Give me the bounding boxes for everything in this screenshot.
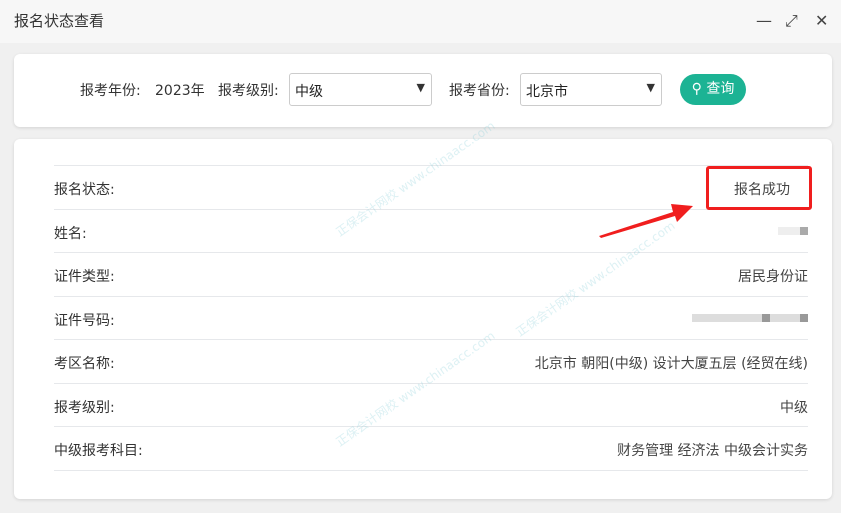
table-row: 考区名称: 北京市 朝阳(中级) 设计大厦五层 (经贸在线) bbox=[54, 339, 808, 383]
masked-id bbox=[692, 310, 808, 326]
row-value: 居民身份证 bbox=[738, 266, 808, 286]
province-select-value: 北京市 bbox=[526, 84, 568, 100]
province-select[interactable]: 北京市 ▼ bbox=[520, 73, 662, 106]
year-value: 2023年 bbox=[155, 80, 205, 100]
highlight-box bbox=[706, 166, 812, 210]
row-label: 中级报考科目: bbox=[54, 440, 143, 460]
row-label: 报考级别: bbox=[54, 397, 115, 417]
row-label: 证件号码: bbox=[54, 310, 115, 330]
row-label: 考区名称: bbox=[54, 353, 115, 373]
query-button-label: 查询 bbox=[706, 81, 734, 97]
row-value: 财务管理 经济法 中级会计实务 bbox=[617, 440, 808, 460]
title-bar: 报名状态查看 — ⤢ ✕ bbox=[0, 0, 841, 43]
row-value: 中级 bbox=[780, 397, 808, 417]
table-row: 证件类型: 居民身份证 bbox=[54, 252, 808, 296]
row-value: 北京市 朝阳(中级) 设计大厦五层 (经贸在线) bbox=[535, 353, 808, 373]
year-label: 报考年份: bbox=[80, 80, 141, 100]
table-row bbox=[54, 470, 808, 513]
chevron-down-icon: ▼ bbox=[647, 81, 655, 94]
row-label: 证件类型: bbox=[54, 266, 115, 286]
level-label: 报考级别: bbox=[218, 80, 279, 100]
level-select-value: 中级 bbox=[295, 84, 323, 100]
level-select[interactable]: 中级 ▼ bbox=[289, 73, 432, 106]
table-row: 中级报考科目: 财务管理 经济法 中级会计实务 bbox=[54, 426, 808, 470]
arrow-annotation-icon bbox=[595, 200, 695, 240]
chevron-down-icon: ▼ bbox=[417, 81, 425, 94]
province-label: 报考省份: bbox=[449, 80, 510, 100]
window-title: 报名状态查看 bbox=[14, 10, 104, 31]
table-row: 报考级别: 中级 bbox=[54, 383, 808, 427]
query-button[interactable]: ⚲ 查询 bbox=[680, 74, 746, 105]
search-icon: ⚲ bbox=[692, 81, 702, 97]
maximize-icon[interactable]: ⤢ bbox=[785, 12, 798, 30]
close-icon[interactable]: ✕ bbox=[815, 12, 828, 30]
minimize-icon[interactable]: — bbox=[756, 12, 772, 30]
row-label: 报名状态: bbox=[54, 179, 115, 199]
filter-panel: 报考年份: 2023年 报考级别: 中级 ▼ 报考省份: 北京市 ▼ ⚲ 查询 bbox=[14, 54, 832, 127]
row-label: 姓名: bbox=[54, 223, 87, 243]
table-row: 证件号码: bbox=[54, 296, 808, 340]
masked-name bbox=[778, 223, 808, 239]
